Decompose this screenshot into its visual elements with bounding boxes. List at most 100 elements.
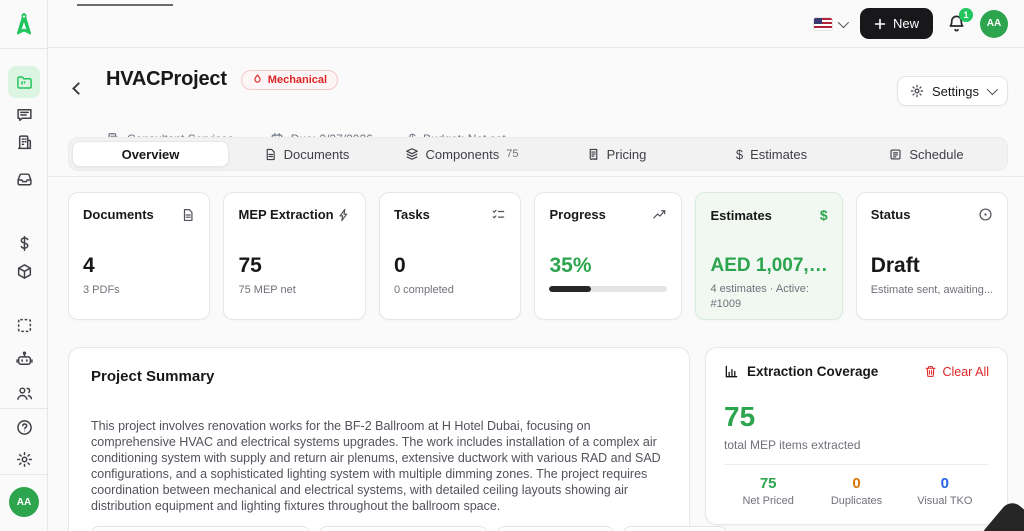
sidebar-item-company[interactable] [8,128,40,156]
tab-components[interactable]: Components 75 [384,141,539,167]
tasks-card: Tasks 0 0 completed [379,192,522,320]
dollar-icon [16,235,33,252]
lightning-icon [337,208,351,222]
visual-tko-stat: 0 Visual TKO [901,475,989,507]
card-value: Draft [871,254,993,278]
card-title: Estimates [710,208,771,223]
tab-overview[interactable]: Overview [72,141,229,167]
tab-schedule[interactable]: Schedule [849,141,1004,167]
sidebar: AA [0,0,48,531]
file-icon [181,208,195,222]
sidebar-item-team[interactable] [8,379,40,407]
estimates-button[interactable]: $ 4 Estimates [623,526,727,531]
flame-icon [252,74,263,85]
status-card: Status Draft Estimate sent, awaiting... [856,192,1008,320]
receipt-icon [587,148,600,161]
tab-count-badge: 75 [506,148,518,160]
drag-indicator [77,4,173,6]
estimates-card: Estimates $ AED 1,007,… 4 estimates · Ac… [695,192,842,320]
sidebar-divider [0,48,48,49]
chevron-down-icon [987,84,998,95]
stat-value: 75 [724,475,812,492]
app-logo[interactable] [8,8,40,40]
discipline-badge-label: Mechanical [268,74,327,86]
stat-label: Visual TKO [901,495,989,507]
summary-body: This project involves renovation works f… [91,418,667,514]
coverage-total-label: total MEP items extracted [724,438,989,452]
discipline-badge: Mechanical [241,70,338,90]
net-priced-stat: 75 Net Priced [724,475,812,507]
view-mep-extraction-button[interactable]: View MEP Extraction (75 items) [91,526,310,531]
content-divider [48,176,1024,177]
help-icon [16,419,33,436]
card-value: AED 1,007,… [710,255,827,277]
progress-bar-fill [549,286,590,292]
notification-count-badge: 1 [959,8,973,22]
stat-label: Net Priced [724,495,812,507]
stat-label: Duplicates [812,495,900,507]
plus-icon [874,18,886,30]
run-interior-extraction-button[interactable]: Run Interior Extraction [319,526,487,531]
lower-panels: Project Summary This project involves re… [68,347,1008,531]
dollar-icon: $ [820,207,828,223]
clear-all-label: Clear All [942,365,989,379]
sidebar-item-settings[interactable] [8,445,40,473]
bar-chart-icon [724,364,739,379]
sidebar-item-help[interactable] [8,413,40,441]
users-icon [16,385,33,402]
sidebar-item-messages[interactable] [8,100,40,128]
card-subtext: 4 estimates · Active: #1009 [710,282,827,313]
tab-estimates[interactable]: $ Estimates [694,141,849,167]
tab-documents[interactable]: Documents [229,141,384,167]
clear-all-button[interactable]: Clear All [924,365,989,379]
sidebar-item-assistant-bot[interactable] [8,345,40,373]
tab-label: Overview [122,147,180,162]
app-window: AA New 1 AA HVACProject Mechanical [0,0,1024,531]
sidebar-divider [0,408,48,409]
sidebar-item-projects[interactable] [8,66,40,98]
coverage-title: Extraction Coverage [747,364,878,379]
card-title: MEP Extraction [238,207,333,222]
new-button[interactable]: New [860,8,933,39]
mep-extraction-card: MEP Extraction 75 75 MEP net [223,192,366,320]
dollar-icon: $ [736,147,743,162]
documents-card: Documents 4 3 PDFs [68,192,210,320]
card-subtext: 3 PDFs [83,283,195,298]
chevron-left-icon [72,82,85,95]
card-title: Status [871,207,911,222]
sidebar-item-inbox[interactable] [8,165,40,193]
topbar: New 1 AA [48,0,1024,48]
stat-value: 0 [812,475,900,492]
gear-icon [16,451,33,468]
trash-icon [924,365,937,378]
file-icon [264,148,277,161]
sidebar-item-selection-tool[interactable] [8,311,40,339]
settings-button[interactable]: Settings [897,76,1008,106]
tab-label: Schedule [909,147,963,162]
building-icon [16,134,33,151]
tab-label: Estimates [750,147,807,162]
documents-button[interactable]: 4 Documents [497,526,615,531]
sidebar-avatar[interactable]: AA [9,487,39,517]
notifications-button[interactable]: 1 [947,14,966,33]
settings-button-label: Settings [932,84,979,99]
card-value: 75 [238,254,351,278]
tab-label: Documents [284,147,350,162]
project-tabs: Overview Documents Components 75 Pricing… [68,137,1008,171]
duplicates-stat: 0 Duplicates [812,475,900,507]
tab-label: Pricing [607,147,647,162]
sidebar-item-billing[interactable] [8,229,40,257]
back-button[interactable] [74,84,83,93]
target-icon [978,207,993,222]
trend-up-icon [652,207,667,222]
tab-label: Components [426,147,500,162]
progress-card: Progress 35% [534,192,682,320]
tab-pricing[interactable]: Pricing [539,141,694,167]
chat-icon [16,106,33,123]
sidebar-item-packages[interactable] [8,257,40,285]
user-avatar[interactable]: AA [980,10,1008,38]
project-header: HVACProject Mechanical Consultant Servic… [48,48,1024,130]
language-selector[interactable] [814,18,846,30]
gear-icon [910,84,924,98]
card-subtext: 0 completed [394,283,507,298]
